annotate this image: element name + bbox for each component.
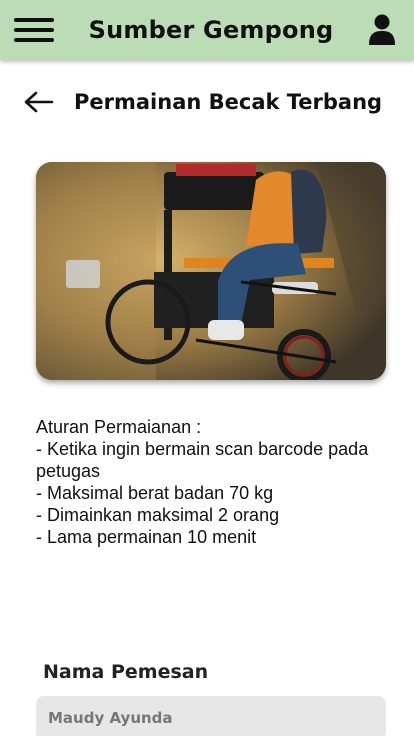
rules-heading: Aturan Permaianan : (36, 417, 202, 437)
rule-item: - Ketika ingin bermain scan barcode pada… (36, 439, 369, 481)
top-app-bar: Sumber Gempong (0, 0, 414, 60)
app-title: Sumber Gempong (88, 16, 334, 44)
rule-item: - Dimainkan maksimal 2 orang (36, 505, 280, 525)
name-input[interactable]: Maudy Ayunda (36, 696, 386, 736)
page-title: Permainan Becak Terbang (74, 90, 383, 114)
becak-photo (36, 162, 386, 380)
page-header: Permainan Becak Terbang (24, 84, 390, 120)
game-rules: Aturan Permaianan : - Ketika ingin berma… (36, 416, 386, 548)
hamburger-menu-icon[interactable] (14, 18, 54, 42)
rule-item: - Maksimal berat badan 70 kg (36, 483, 274, 503)
user-icon[interactable] (368, 14, 396, 46)
arrow-left-icon[interactable] (24, 91, 54, 113)
rule-item: - Lama permainan 10 menit (36, 527, 257, 547)
name-field-label: Nama Pemesan (43, 661, 209, 683)
